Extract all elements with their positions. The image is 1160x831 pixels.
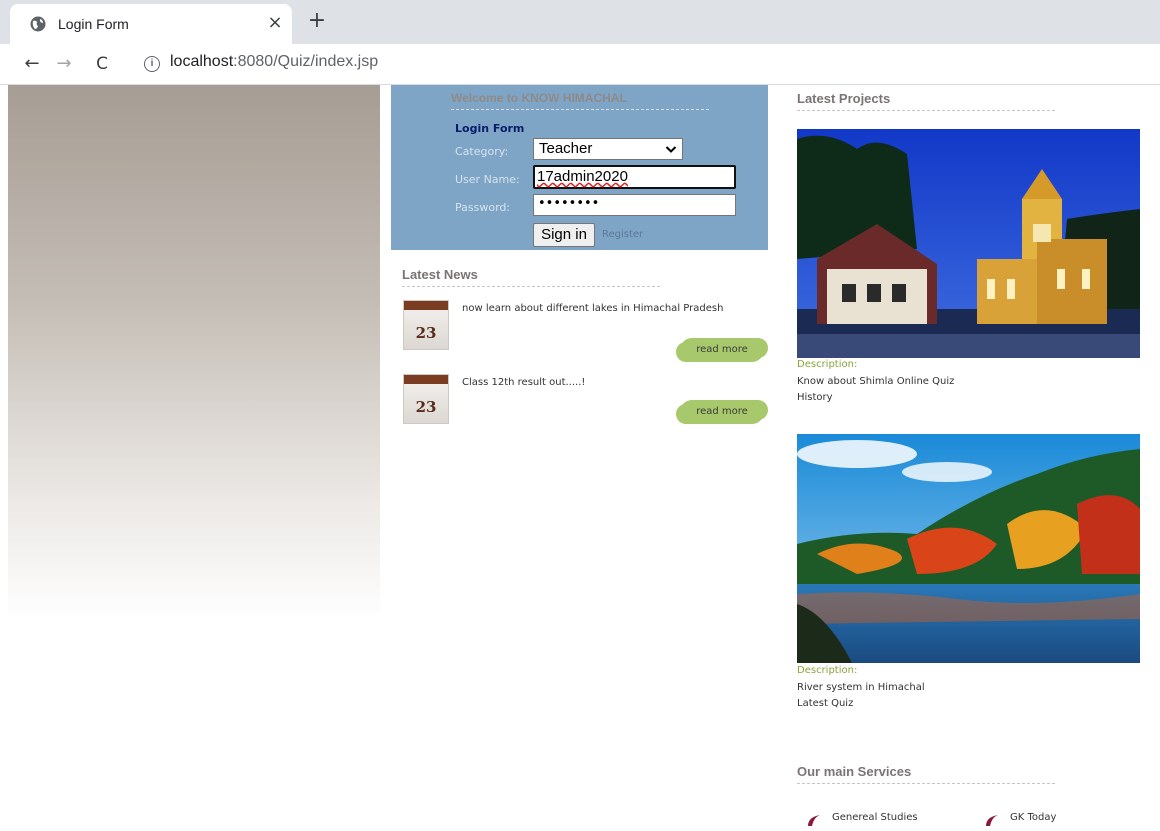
browser-tab[interactable]: Login Form ×: [10, 4, 292, 44]
description-label: Description:: [797, 665, 858, 676]
username-label: User Name:: [455, 173, 520, 186]
read-more-button[interactable]: read more: [680, 400, 764, 424]
username-input[interactable]: 17admin2020: [533, 165, 736, 189]
service-label: Genereal Studies: [832, 812, 918, 823]
project-image-graphic: [797, 434, 1140, 663]
address-bar[interactable]: localhost:8080/Quiz/index.jsp: [170, 53, 378, 71]
page-content: Welcome to KNOW HIMACHAL Login Form Cate…: [0, 85, 1160, 831]
calendar-binding: [404, 301, 448, 310]
category-select[interactable]: Teacher: [533, 138, 683, 160]
password-label: Password:: [455, 201, 511, 214]
url-path: :8080/Quiz/index.jsp: [233, 53, 379, 70]
calendar-icon: 23: [403, 374, 449, 424]
read-more-button[interactable]: read more: [680, 338, 764, 362]
description-line: River system in Himachal: [797, 682, 925, 693]
divider: [797, 783, 1055, 784]
password-mask: ••••••••: [538, 196, 600, 211]
left-banner: [8, 85, 380, 620]
calendar-day: 23: [415, 398, 437, 416]
login-panel: Welcome to KNOW HIMACHAL Login Form Cate…: [391, 85, 768, 250]
globe-icon: [30, 16, 46, 32]
calendar-icon: 23: [403, 300, 449, 350]
calendar-day: 23: [415, 324, 437, 342]
browser-toolbar: ← → C i localhost:8080/Quiz/index.jsp: [0, 44, 1160, 85]
news-text: Class 12th result out.....!: [462, 377, 586, 388]
category-value: Teacher: [539, 140, 593, 157]
login-form-title: Login Form: [455, 122, 525, 135]
calendar-binding: [404, 375, 448, 384]
news-text: now learn about different lakes in Himac…: [462, 303, 724, 314]
info-icon[interactable]: i: [144, 56, 160, 72]
welcome-heading: Welcome to KNOW HIMACHAL: [451, 91, 627, 105]
chevron-down-icon: [665, 146, 677, 153]
leaf-bullet-icon: [808, 815, 820, 826]
services-title: Our main Services: [797, 764, 912, 779]
latest-projects-title: Latest Projects: [797, 91, 891, 106]
close-icon[interactable]: ×: [264, 12, 286, 34]
username-value: 17admin2020: [537, 168, 628, 185]
description-label: Description:: [797, 359, 858, 370]
password-input[interactable]: ••••••••: [533, 194, 736, 216]
category-label: Category:: [455, 145, 509, 158]
river-autumn-image[interactable]: [797, 434, 1140, 663]
register-link[interactable]: Register: [602, 229, 643, 240]
tab-title: Login Form: [58, 16, 129, 32]
project-description: River system in Himachal Latest Quiz: [797, 680, 925, 712]
divider: [797, 110, 1055, 111]
forward-arrow-icon[interactable]: →: [52, 52, 76, 76]
sign-in-button[interactable]: Sign in: [533, 223, 595, 247]
description-line: History: [797, 392, 833, 403]
project-image-graphic: [797, 129, 1140, 358]
service-label: GK Today: [1010, 812, 1057, 823]
reload-icon[interactable]: C: [90, 52, 114, 76]
project-description: Know about Shimla Online Quiz History: [797, 374, 954, 406]
url-host: localhost: [170, 53, 234, 70]
divider: [402, 286, 660, 287]
back-arrow-icon[interactable]: ←: [20, 52, 44, 76]
browser-tab-strip: Login Form × +: [0, 0, 1160, 44]
description-line: Know about Shimla Online Quiz: [797, 376, 955, 387]
leaf-bullet-icon: [986, 815, 998, 826]
description-line: Latest Quiz: [797, 698, 854, 709]
divider: [451, 109, 709, 110]
shimla-church-image[interactable]: [797, 129, 1140, 358]
new-tab-button[interactable]: +: [305, 10, 329, 34]
latest-news-title: Latest News: [402, 267, 478, 282]
